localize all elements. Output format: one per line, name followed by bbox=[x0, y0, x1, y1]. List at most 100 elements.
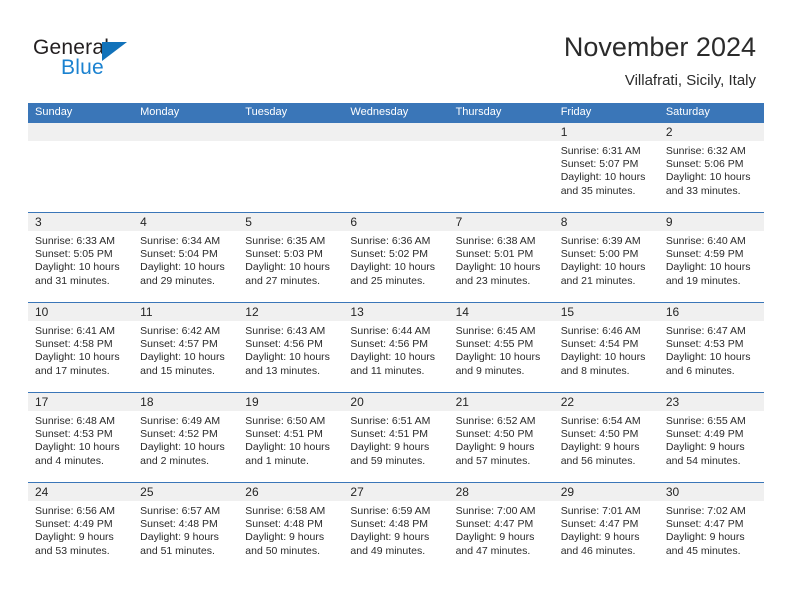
day-cell[interactable]: 29 Sunrise: 7:01 AM Sunset: 4:47 PM Dayl… bbox=[553, 483, 659, 572]
week-row: 10 Sunrise: 6:41 AM Sunset: 4:58 PM Dayl… bbox=[28, 302, 764, 392]
sunset-text: Sunset: 4:58 PM bbox=[35, 338, 113, 351]
day-details: Sunrise: 6:38 AM Sunset: 5:01 PM Dayligh… bbox=[449, 231, 554, 288]
daylight-text: Daylight: 10 hours and 13 minutes. bbox=[245, 351, 330, 377]
day-cell[interactable]: 19 Sunrise: 6:50 AM Sunset: 4:51 PM Dayl… bbox=[238, 393, 344, 482]
daylight-text: Daylight: 10 hours and 23 minutes. bbox=[455, 261, 541, 287]
day-cell[interactable]: 24 Sunrise: 6:56 AM Sunset: 4:49 PM Dayl… bbox=[28, 483, 134, 572]
day-number: 17 bbox=[28, 393, 134, 411]
sunrise-text: Sunrise: 6:50 AM bbox=[245, 415, 326, 427]
daylight-text: Daylight: 9 hours and 47 minutes. bbox=[455, 531, 535, 557]
day-cell[interactable]: 20 Sunrise: 6:51 AM Sunset: 4:51 PM Dayl… bbox=[343, 393, 449, 482]
daylight-text: Daylight: 9 hours and 53 minutes. bbox=[35, 531, 114, 557]
day-number: 9 bbox=[658, 213, 764, 231]
day-details: Sunrise: 6:43 AM Sunset: 4:56 PM Dayligh… bbox=[238, 321, 343, 378]
daylight-text: Daylight: 10 hours and 35 minutes. bbox=[560, 171, 646, 197]
day-cell[interactable]: 12 Sunrise: 6:43 AM Sunset: 4:56 PM Dayl… bbox=[238, 303, 344, 392]
day-details: Sunrise: 6:40 AM Sunset: 4:59 PM Dayligh… bbox=[659, 231, 764, 288]
day-cell[interactable]: 8 Sunrise: 6:39 AM Sunset: 5:00 PM Dayli… bbox=[553, 213, 659, 302]
day-number: 25 bbox=[133, 483, 239, 501]
daylight-text: Daylight: 9 hours and 46 minutes. bbox=[560, 531, 640, 557]
daylight-text: Daylight: 9 hours and 49 minutes. bbox=[350, 531, 430, 557]
day-number: 12 bbox=[238, 303, 344, 321]
sunrise-text: Sunrise: 6:57 AM bbox=[140, 505, 221, 517]
day-cell[interactable]: 3 Sunrise: 6:33 AM Sunset: 5:05 PM Dayli… bbox=[28, 213, 134, 302]
day-details: Sunrise: 6:57 AM Sunset: 4:48 PM Dayligh… bbox=[133, 501, 238, 558]
day-cell[interactable]: 5 Sunrise: 6:35 AM Sunset: 5:03 PM Dayli… bbox=[238, 213, 344, 302]
day-details: Sunrise: 6:32 AM Sunset: 5:06 PM Dayligh… bbox=[659, 141, 764, 198]
day-cell[interactable]: 4 Sunrise: 6:34 AM Sunset: 5:04 PM Dayli… bbox=[133, 213, 239, 302]
sunrise-text: Sunrise: 6:56 AM bbox=[35, 505, 115, 517]
day-cell[interactable]: 9 Sunrise: 6:40 AM Sunset: 4:59 PM Dayli… bbox=[658, 213, 764, 302]
sunrise-text: Sunrise: 6:32 AM bbox=[665, 145, 746, 157]
generalblue-logo[interactable]: General Blue bbox=[33, 36, 163, 84]
day-cell[interactable]: 17 Sunrise: 6:48 AM Sunset: 4:53 PM Dayl… bbox=[28, 393, 134, 482]
weekday-header-row: Sunday Monday Tuesday Wednesday Thursday… bbox=[28, 103, 764, 122]
day-cell[interactable]: 28 Sunrise: 7:00 AM Sunset: 4:47 PM Dayl… bbox=[448, 483, 554, 572]
day-cell[interactable] bbox=[133, 123, 239, 212]
day-details: Sunrise: 6:41 AM Sunset: 4:58 PM Dayligh… bbox=[28, 321, 133, 378]
day-cell[interactable] bbox=[343, 123, 449, 212]
day-cell[interactable]: 26 Sunrise: 6:58 AM Sunset: 4:48 PM Dayl… bbox=[238, 483, 344, 572]
sunset-text: Sunset: 4:50 PM bbox=[560, 428, 639, 441]
day-details: Sunrise: 7:01 AM Sunset: 4:47 PM Dayligh… bbox=[554, 501, 659, 558]
day-cell[interactable]: 15 Sunrise: 6:46 AM Sunset: 4:54 PM Dayl… bbox=[553, 303, 659, 392]
day-details: Sunrise: 6:55 AM Sunset: 4:49 PM Dayligh… bbox=[659, 411, 764, 468]
weekday-saturday: Saturday bbox=[665, 106, 710, 118]
day-cell[interactable]: 7 Sunrise: 6:38 AM Sunset: 5:01 PM Dayli… bbox=[448, 213, 554, 302]
day-cell[interactable]: 13 Sunrise: 6:44 AM Sunset: 4:56 PM Dayl… bbox=[343, 303, 449, 392]
day-cell[interactable]: 23 Sunrise: 6:55 AM Sunset: 4:49 PM Dayl… bbox=[658, 393, 764, 482]
daylight-text: Daylight: 10 hours and 25 minutes. bbox=[350, 261, 436, 287]
day-cell[interactable]: 18 Sunrise: 6:49 AM Sunset: 4:52 PM Dayl… bbox=[133, 393, 239, 482]
daylight-text: Daylight: 10 hours and 33 minutes. bbox=[665, 171, 751, 197]
day-details: Sunrise: 6:48 AM Sunset: 4:53 PM Dayligh… bbox=[28, 411, 133, 468]
sunset-text: Sunset: 4:59 PM bbox=[665, 248, 744, 261]
day-number: 1 bbox=[553, 123, 659, 141]
sunrise-text: Sunrise: 7:01 AM bbox=[560, 505, 641, 517]
day-number: 14 bbox=[448, 303, 554, 321]
day-details: Sunrise: 6:44 AM Sunset: 4:56 PM Dayligh… bbox=[343, 321, 448, 378]
day-cell[interactable]: 1 Sunrise: 6:31 AM Sunset: 5:07 PM Dayli… bbox=[553, 123, 659, 212]
day-cell[interactable]: 10 Sunrise: 6:41 AM Sunset: 4:58 PM Dayl… bbox=[28, 303, 134, 392]
day-cell[interactable]: 25 Sunrise: 6:57 AM Sunset: 4:48 PM Dayl… bbox=[133, 483, 239, 572]
sunset-text: Sunset: 4:49 PM bbox=[665, 428, 744, 441]
calendar-grid: Sunday Monday Tuesday Wednesday Thursday… bbox=[28, 103, 764, 572]
day-cell[interactable] bbox=[28, 123, 134, 212]
sunset-text: Sunset: 4:50 PM bbox=[455, 428, 534, 441]
sunset-text: Sunset: 4:57 PM bbox=[140, 338, 218, 351]
sunrise-text: Sunrise: 6:43 AM bbox=[245, 325, 326, 337]
page-title: November 2024 bbox=[563, 32, 756, 62]
sunset-text: Sunset: 5:00 PM bbox=[560, 248, 639, 261]
day-number: 11 bbox=[133, 303, 239, 321]
day-cell[interactable] bbox=[448, 123, 554, 212]
daylight-text: Daylight: 10 hours and 8 minutes. bbox=[560, 351, 646, 377]
day-number: 24 bbox=[28, 483, 134, 501]
day-cell[interactable]: 6 Sunrise: 6:36 AM Sunset: 5:02 PM Dayli… bbox=[343, 213, 449, 302]
weekday-tuesday: Tuesday bbox=[245, 106, 288, 118]
day-cell[interactable] bbox=[238, 123, 344, 212]
sunset-text: Sunset: 4:47 PM bbox=[455, 518, 534, 531]
calendar-page: General Blue November 2024 Villafrati, S… bbox=[0, 0, 792, 612]
day-number: 5 bbox=[238, 213, 344, 231]
day-cell[interactable]: 11 Sunrise: 6:42 AM Sunset: 4:57 PM Dayl… bbox=[133, 303, 239, 392]
sunset-text: Sunset: 4:51 PM bbox=[245, 428, 323, 441]
day-number: 23 bbox=[658, 393, 764, 411]
day-cell[interactable]: 14 Sunrise: 6:45 AM Sunset: 4:55 PM Dayl… bbox=[448, 303, 554, 392]
day-cell[interactable]: 27 Sunrise: 6:59 AM Sunset: 4:48 PM Dayl… bbox=[343, 483, 449, 572]
day-cell[interactable]: 22 Sunrise: 6:54 AM Sunset: 4:50 PM Dayl… bbox=[553, 393, 659, 482]
sunrise-text: Sunrise: 7:00 AM bbox=[455, 505, 536, 517]
day-number: 28 bbox=[448, 483, 554, 501]
week-row: 24 Sunrise: 6:56 AM Sunset: 4:49 PM Dayl… bbox=[28, 482, 764, 572]
page-header: General Blue November 2024 Villafrati, S… bbox=[0, 0, 792, 100]
day-cell[interactable]: 16 Sunrise: 6:47 AM Sunset: 4:53 PM Dayl… bbox=[658, 303, 764, 392]
day-cell[interactable]: 30 Sunrise: 7:02 AM Sunset: 4:47 PM Dayl… bbox=[658, 483, 764, 572]
sunrise-text: Sunrise: 6:36 AM bbox=[350, 235, 431, 247]
day-details: Sunrise: 6:45 AM Sunset: 4:55 PM Dayligh… bbox=[449, 321, 554, 378]
sunset-text: Sunset: 4:55 PM bbox=[455, 338, 534, 351]
day-number: 30 bbox=[658, 483, 764, 501]
day-number: 19 bbox=[238, 393, 344, 411]
day-cell[interactable]: 21 Sunrise: 6:52 AM Sunset: 4:50 PM Dayl… bbox=[448, 393, 554, 482]
day-number: 22 bbox=[553, 393, 659, 411]
day-cell[interactable]: 2 Sunrise: 6:32 AM Sunset: 5:06 PM Dayli… bbox=[658, 123, 764, 212]
weekday-friday: Friday bbox=[560, 106, 592, 118]
sunrise-text: Sunrise: 6:31 AM bbox=[560, 145, 641, 157]
